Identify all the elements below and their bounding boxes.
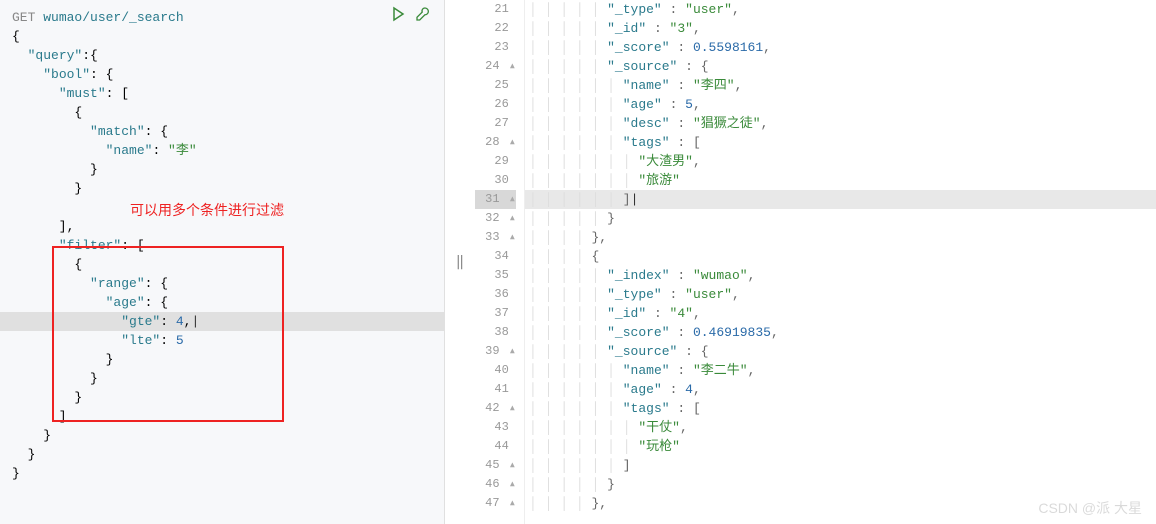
code-line: } xyxy=(12,350,432,369)
code-line: "range": { xyxy=(12,274,432,293)
code-line: │ │ │ │ │ │ │ "旅游" xyxy=(529,171,1156,190)
query-code[interactable]: GET wumao/user/_search { "query":{ "bool… xyxy=(12,8,432,483)
code-line: │ │ │ │ │ "_source" : { xyxy=(529,57,1156,76)
code-line: "query":{ xyxy=(12,46,432,65)
request-editor[interactable]: GET wumao/user/_search { "query":{ "bool… xyxy=(0,0,445,524)
code-line: "age": { xyxy=(12,293,432,312)
annotation-text: 可以用多个条件进行过滤 xyxy=(130,200,284,220)
line-number: 32 ▴ xyxy=(475,209,516,228)
line-number: 36 xyxy=(475,285,516,304)
line-number: 41 xyxy=(475,380,516,399)
wrench-icon[interactable] xyxy=(414,6,430,26)
drag-handle-icon: ‖ xyxy=(456,254,464,271)
code-line: │ │ │ │ │ │ "age" : 4, xyxy=(529,380,1156,399)
response-code[interactable]: │ │ │ │ │ "_type" : "user",│ │ │ │ │ "_i… xyxy=(525,0,1156,524)
response-viewer: 21 22 23 24 ▴25 26 27 28 ▴29 30 31 ▴32 ▴… xyxy=(475,0,1156,524)
code-line: │ │ │ │ │ "_score" : 0.46919835, xyxy=(529,323,1156,342)
code-line: "filter": [ xyxy=(12,236,432,255)
code-line: │ │ │ │ │ │ "name" : "李二牛", xyxy=(529,361,1156,380)
code-line: } xyxy=(12,160,432,179)
code-line: │ │ │ │ │ "_source" : { xyxy=(529,342,1156,361)
line-number: 42 ▴ xyxy=(475,399,516,418)
line-number: 33 ▴ xyxy=(475,228,516,247)
code-line: } xyxy=(12,426,432,445)
code-line: │ │ │ │ │ │ "tags" : [ xyxy=(529,399,1156,418)
line-number: 24 ▴ xyxy=(475,57,516,76)
line-number: 40 xyxy=(475,361,516,380)
code-line: │ │ │ │ │ │ "age" : 5, xyxy=(529,95,1156,114)
line-number: 39 ▴ xyxy=(475,342,516,361)
code-line: │ │ │ │ │ "_type" : "user", xyxy=(529,285,1156,304)
line-number: 37 xyxy=(475,304,516,323)
code-line: } xyxy=(12,464,432,483)
line-number: 28 ▴ xyxy=(475,133,516,152)
code-line: │ │ │ │ { xyxy=(529,247,1156,266)
code-line: { xyxy=(12,103,432,122)
line-number: 22 xyxy=(475,19,516,38)
code-line: │ │ │ │ │ │ "name" : "李四", xyxy=(529,76,1156,95)
code-line: │ │ │ │ │ "_id" : "3", xyxy=(529,19,1156,38)
line-number: 25 xyxy=(475,76,516,95)
http-method: GET xyxy=(12,10,35,25)
panel-divider[interactable]: ‖ xyxy=(445,0,475,524)
line-number: 43 xyxy=(475,418,516,437)
line-number: 47 ▴ xyxy=(475,494,516,513)
code-line: │ │ │ │ │ │ "desc" : "猖獗之徒", xyxy=(529,114,1156,133)
line-number: 26 xyxy=(475,95,516,114)
code-line: "name": "李" xyxy=(12,141,432,160)
run-actions xyxy=(390,6,430,26)
code-line: "lte": 5 xyxy=(12,331,432,350)
code-line: { xyxy=(12,255,432,274)
code-line: │ │ │ │ │ } xyxy=(529,475,1156,494)
code-line: │ │ │ │ │ "_id" : "4", xyxy=(529,304,1156,323)
code-line: "bool": { xyxy=(12,65,432,84)
code-line: } xyxy=(12,179,432,198)
code-line: { xyxy=(12,27,432,46)
code-line: } xyxy=(12,369,432,388)
line-gutter: 21 22 23 24 ▴25 26 27 28 ▴29 30 31 ▴32 ▴… xyxy=(475,0,525,524)
line-number: 38 xyxy=(475,323,516,342)
code-line: │ │ │ │ │ "_score" : 0.5598161, xyxy=(529,38,1156,57)
line-number: 27 xyxy=(475,114,516,133)
code-line: } xyxy=(12,388,432,407)
line-number: 45 ▴ xyxy=(475,456,516,475)
code-line: │ │ │ │ │ } xyxy=(529,209,1156,228)
code-line: │ │ │ │ │ │ "tags" : [ xyxy=(529,133,1156,152)
play-icon[interactable] xyxy=(390,6,406,26)
code-line: "must": [ xyxy=(12,84,432,103)
code-line: "gte": 4,| xyxy=(0,312,444,331)
code-line: │ │ │ │ │ "_index" : "wumao", xyxy=(529,266,1156,285)
line-number: 35 xyxy=(475,266,516,285)
code-line: │ │ │ │ }, xyxy=(529,228,1156,247)
line-number: 29 xyxy=(475,152,516,171)
line-number: 44 xyxy=(475,437,516,456)
code-line: │ │ │ │ │ │ │ "大渣男", xyxy=(529,152,1156,171)
code-line: "match": { xyxy=(12,122,432,141)
line-number: 31 ▴ xyxy=(475,190,516,209)
request-path: wumao/user/_search xyxy=(43,10,183,25)
line-number: 34 xyxy=(475,247,516,266)
code-line: │ │ │ │ │ │ ] xyxy=(529,456,1156,475)
code-line: } xyxy=(12,445,432,464)
line-number: 46 ▴ xyxy=(475,475,516,494)
code-line: │ │ │ │ │ "_type" : "user", xyxy=(529,0,1156,19)
code-line: │ │ │ │ │ │ │ "干仗", xyxy=(529,418,1156,437)
code-line: │ │ │ │ }, xyxy=(529,494,1156,513)
line-number: 23 xyxy=(475,38,516,57)
line-number: 30 xyxy=(475,171,516,190)
line-number: 21 xyxy=(475,0,516,19)
code-line: │ │ │ │ │ │ │ "玩枪" xyxy=(529,437,1156,456)
code-line: ] xyxy=(12,407,432,426)
code-line: │ │ │ │ │ │ ]| xyxy=(529,190,1156,209)
